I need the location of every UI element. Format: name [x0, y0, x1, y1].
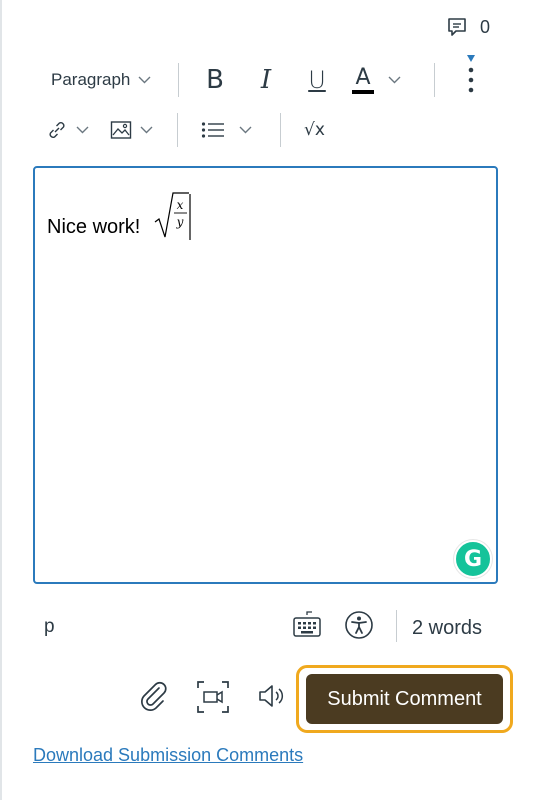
- chevron-down-icon: [239, 121, 252, 139]
- block-format-dropdown[interactable]: Paragraph: [51, 62, 151, 98]
- equation-icon: √x: [304, 120, 325, 140]
- grammarly-icon: G: [463, 546, 483, 572]
- bold-icon: B: [206, 65, 224, 95]
- link-dropdown[interactable]: [46, 112, 89, 148]
- equation-button[interactable]: √x: [304, 112, 325, 148]
- comment-count-button[interactable]: 0: [446, 16, 490, 38]
- text-color-button[interactable]: A: [352, 62, 401, 98]
- download-submission-comments-link[interactable]: Download Submission Comments: [33, 745, 303, 766]
- italic-button[interactable]: I: [252, 62, 280, 98]
- submit-comment-button[interactable]: Submit Comment: [306, 674, 503, 724]
- submit-focus-ring: Submit Comment: [296, 665, 513, 733]
- rich-text-editor[interactable]: Nice work! x y G: [33, 166, 498, 584]
- left-border: [0, 0, 2, 800]
- underline-icon: U: [308, 66, 326, 94]
- math-denominator: y: [176, 215, 184, 229]
- chevron-down-icon: [138, 71, 151, 89]
- comment-icon: [448, 18, 466, 36]
- more-indicator-caret: [467, 55, 475, 62]
- text-color-swatch: [352, 89, 374, 94]
- comment-count: 0: [480, 16, 491, 37]
- image-icon: [110, 121, 132, 139]
- list-dropdown[interactable]: [201, 112, 252, 148]
- toolbar-divider: [280, 113, 281, 147]
- chevron-down-icon: [140, 121, 153, 139]
- keyboard-icon: [293, 611, 321, 637]
- bullet-list-icon: [201, 122, 224, 138]
- grammarly-button[interactable]: G: [454, 540, 492, 578]
- link-icon: [49, 122, 65, 138]
- chevron-down-icon: [388, 71, 401, 89]
- toolbar-divider: [178, 63, 179, 97]
- kebab-menu-icon: [468, 67, 474, 93]
- attach-file-button[interactable]: [138, 680, 170, 717]
- block-format-label: Paragraph: [51, 70, 131, 89]
- more-options-button[interactable]: [460, 62, 482, 98]
- element-path[interactable]: p: [44, 616, 55, 638]
- status-divider: [396, 610, 397, 642]
- underline-button[interactable]: U: [302, 62, 332, 98]
- chevron-down-icon: [76, 121, 89, 139]
- speech-to-text-button[interactable]: [256, 680, 288, 717]
- media-comment-button[interactable]: [196, 680, 230, 719]
- editor-content-text: Nice work!: [47, 216, 141, 238]
- paperclip-icon: [141, 681, 167, 711]
- keyboard-shortcuts-button[interactable]: [292, 610, 322, 645]
- toolbar-divider: [434, 63, 435, 97]
- video-icon: [197, 681, 229, 713]
- bold-button[interactable]: B: [200, 62, 230, 98]
- square-root-equation[interactable]: x y: [153, 190, 193, 242]
- accessibility-checker-button[interactable]: [344, 610, 374, 645]
- text-color-icon: A: [352, 66, 374, 94]
- toolbar-divider: [177, 113, 178, 147]
- speaker-icon: [259, 685, 284, 707]
- math-numerator: x: [177, 198, 184, 212]
- image-dropdown[interactable]: [110, 112, 153, 148]
- word-count[interactable]: 2 words: [412, 617, 482, 640]
- italic-icon: I: [260, 65, 272, 95]
- accessibility-icon: [345, 611, 373, 639]
